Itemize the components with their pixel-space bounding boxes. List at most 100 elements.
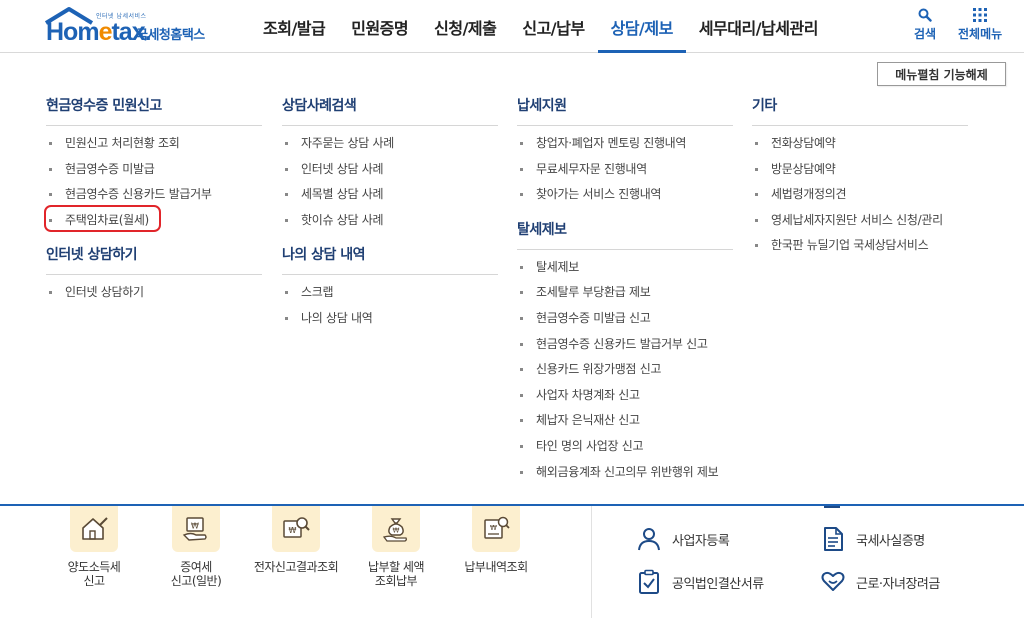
money-bag-icon: ₩ [372,506,420,552]
menu-item-tax-evasion-report[interactable]: 탈세제보 [517,257,733,283]
menu-group-case-search: 상담사례검색 자주묻는 상담 사례 인터넷 상담 사례 세목별 상담 사례 핫이… [282,96,498,245]
menu-item-cash-receipt-not-issued[interactable]: 현금영수증 미발급 [46,159,262,185]
quick-service-area: 양도소득세 신고 ₩ 증여세 신고(일반) ₩ 전자신고결과조회 ₩ 납부할 세… [0,506,1024,618]
menu-item-receipt-not-issued-report[interactable]: 현금영수증 미발급 신고 [517,308,733,334]
search-icon [918,8,932,22]
decorative-stub [824,506,840,508]
menu-group-internet-consult: 인터넷 상담하기 인터넷 상담하기 [46,245,262,318]
menu-group-title: 인터넷 상담하기 [46,245,262,276]
main-nav: 조회/발급 민원증명 신청/제출 신고/납부 상담/제보 세무대리/납세관리 [250,0,831,53]
quick-tax-certificate[interactable]: 국세사실증명 [820,526,925,552]
clipboard-check-icon [639,569,659,594]
menu-item-hot-issue-cases[interactable]: 핫이슈 상담 사례 [282,210,498,236]
menu-group-list: 자주묻는 상담 사례 인터넷 상담 사례 세목별 상담 사례 핫이슈 상담 사례 [282,126,498,245]
service-payment-history[interactable]: ₩ 납부내역조회 [446,506,546,574]
menu-item-my-consult-history[interactable]: 나의 상담 내역 [282,308,498,334]
menu-item-card-refusal-report[interactable]: 현금영수증 신용카드 발급거부 신고 [517,334,733,360]
menu-item-fake-merchant-report[interactable]: 신용카드 위장가맹점 신고 [517,359,733,385]
service-label: 납부내역조회 [464,560,528,574]
menu-group-cash-receipt-complaint: 현금영수증 민원신고 민원신고 처리현황 조회 현금영수증 미발급 현금영수증 … [46,96,262,245]
menu-group-taxpayer-support: 납세지원 창업자·폐업자 멘토링 진행내역 무료세무자문 진행내역 찾아가는 서… [517,96,733,220]
hometax-logo[interactable]: 인터넷 납세서비스 Hometax. 국세청홈택스 [44,6,234,46]
menu-item-internet-consult[interactable]: 인터넷 상담하기 [46,282,262,308]
won-magnifier-icon: ₩ [272,506,320,552]
service-tax-payment[interactable]: ₩ 납부할 세액 조회납부 [346,506,446,588]
won-hand-icon: ₩ [172,506,220,552]
nav-item-apply-submit[interactable]: 신청/제출 [421,0,509,53]
service-label: 전자신고결과조회 [253,560,339,574]
menu-column-4: 기타 전화상담예약 방문상담예약 세법령개정의견 영세납세자지원단 서비스 신청… [752,96,968,271]
quick-earned-income-credit[interactable]: 근로·자녀장려금 [820,569,940,595]
menu-group-etc: 기타 전화상담예약 방문상담예약 세법령개정의견 영세납세자지원단 서비스 신청… [752,96,968,271]
all-menu-button[interactable]: 전체메뉴 [958,8,1002,42]
heart-hands-icon [821,571,845,591]
menu-item-phone-reservation[interactable]: 전화상담예약 [752,133,968,159]
menu-item-borrowed-account-report[interactable]: 사업자 차명계좌 신고 [517,385,733,411]
site-header: 인터넷 납세서비스 Hometax. 국세청홈택스 조회/발급 민원증명 신청/… [0,0,1024,53]
all-menu-label: 전체메뉴 [958,27,1003,41]
menu-group-list: 민원신고 처리현황 조회 현금영수증 미발급 현금영수증 신용카드 발급거부 주… [46,126,262,245]
menu-item-improper-refund-report[interactable]: 조세탈루 부당환급 제보 [517,282,733,308]
svg-text:₩: ₩ [289,526,297,535]
menu-group-title: 탈세제보 [517,220,733,250]
service-e-filing-result[interactable]: ₩ 전자신고결과조회 [246,506,346,574]
menu-group-tax-evasion-report: 탈세제보 탈세제보 조세탈루 부당환급 제보 현금영수증 미발급 신고 현금영수… [517,220,733,497]
menu-column-1: 현금영수증 민원신고 민원신고 처리현황 조회 현금영수증 미발급 현금영수증 … [46,96,262,318]
menu-item-hidden-assets-report[interactable]: 체납자 은닉재산 신고 [517,410,733,436]
svg-text:₩: ₩ [393,527,400,535]
service-label: 납부할 세액 조회납부 [367,560,425,588]
menu-expand-toggle-button[interactable]: 메뉴펼침 기능해제 [877,62,1006,86]
menu-group-title: 상담사례검색 [282,96,498,126]
document-icon [824,527,843,551]
quick-business-registration[interactable]: 사업자등록 [636,526,730,552]
nav-item-consult-report[interactable]: 상담/제보 [597,0,687,53]
menu-item-complaint-status[interactable]: 민원신고 처리현황 조회 [46,133,262,159]
menu-item-overseas-account-report[interactable]: 해외금융계좌 신고의무 위반행위 제보 [517,462,733,488]
quick-public-corp-documents[interactable]: 공익법인결산서류 [636,569,764,595]
quick-label: 공익법인결산서류 [672,576,764,592]
menu-item-scrap[interactable]: 스크랩 [282,282,498,308]
menu-item-small-taxpayer-support[interactable]: 영세납세자지원단 서비스 신청/관리 [752,210,968,236]
menu-item-housing-rent[interactable]: 주택임차료(월세) [46,210,262,236]
search-button[interactable]: 검색 [914,8,936,42]
menu-group-title: 기타 [752,96,968,126]
menu-item-internet-cases[interactable]: 인터넷 상담 사례 [282,159,498,185]
service-label: 양도소득세 신고 [67,560,121,588]
nav-item-inquiry-issue[interactable]: 조회/발급 [250,0,338,53]
nav-item-tax-agent[interactable]: 세무대리/납세관리 [686,0,831,53]
grid-icon [973,8,988,22]
logo-korean-name: 국세청홈택스 [136,28,205,43]
menu-item-free-advice[interactable]: 무료세무자문 진행내역 [517,159,733,185]
menu-group-list: 스크랩 나의 상담 내역 [282,275,498,343]
menu-item-borrowed-name-business-report[interactable]: 타인 명의 사업장 신고 [517,436,733,462]
menu-item-law-revision-opinion[interactable]: 세법령개정의견 [752,184,968,210]
svg-text:₩: ₩ [191,522,199,531]
search-label: 검색 [914,27,937,41]
menu-item-faq-cases[interactable]: 자주묻는 상담 사례 [282,133,498,159]
nav-item-report-pay[interactable]: 신고/납부 [509,0,597,53]
menu-group-list: 전화상담예약 방문상담예약 세법령개정의견 영세납세자지원단 서비스 신청/관리… [752,126,968,271]
person-icon [638,528,660,551]
menu-item-mentoring[interactable]: 창업자·폐업자 멘토링 진행내역 [517,133,733,159]
menu-group-list: 인터넷 상담하기 [46,275,262,318]
menu-group-title: 현금영수증 민원신고 [46,96,262,126]
service-transfer-income-tax[interactable]: 양도소득세 신고 [44,506,144,588]
menu-column-3: 납세지원 창업자·폐업자 멘토링 진행내역 무료세무자문 진행내역 찾아가는 서… [517,96,733,497]
menu-item-card-refusal[interactable]: 현금영수증 신용카드 발급거부 [46,184,262,210]
quick-label: 국세사실증명 [856,533,925,549]
menu-group-my-consult: 나의 상담 내역 스크랩 나의 상담 내역 [282,245,498,343]
nav-item-civil-certificate[interactable]: 민원증명 [338,0,421,53]
svg-text:₩: ₩ [490,524,497,532]
menu-item-tax-item-cases[interactable]: 세목별 상담 사례 [282,184,498,210]
service-label: 증여세 신고(일반) [170,560,222,588]
service-gift-tax[interactable]: ₩ 증여세 신고(일반) [146,506,246,588]
menu-item-visit-reservation[interactable]: 방문상담예약 [752,159,968,185]
quick-label: 근로·자녀장려금 [856,576,940,592]
menu-group-title: 나의 상담 내역 [282,245,498,276]
menu-group-list: 창업자·폐업자 멘토링 진행내역 무료세무자문 진행내역 찾아가는 서비스 진행… [517,126,733,220]
menu-column-2: 상담사례검색 자주묻는 상담 사례 인터넷 상담 사례 세목별 상담 사례 핫이… [282,96,498,344]
menu-item-new-deal-consult[interactable]: 한국판 뉴딜기업 국세상담서비스 [752,235,968,261]
menu-item-visiting-service[interactable]: 찾아가는 서비스 진행내역 [517,184,733,210]
won-receipt-icon: ₩ [472,506,520,552]
logo-wordmark: Hometax. [46,18,152,46]
